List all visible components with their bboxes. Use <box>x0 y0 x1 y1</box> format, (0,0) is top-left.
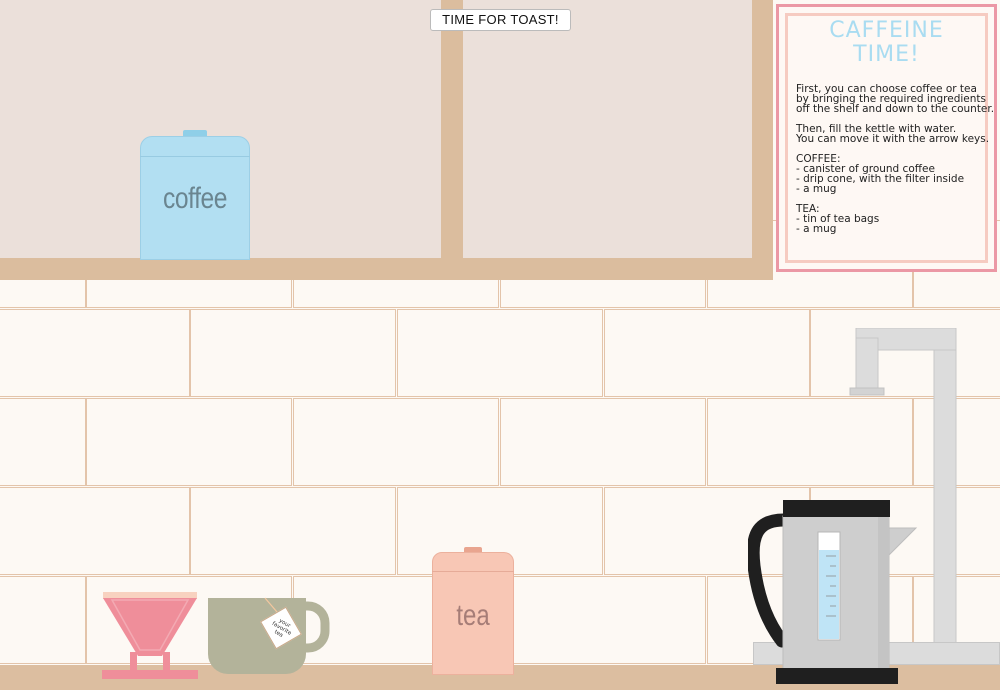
tea-label: tea <box>456 599 490 632</box>
coffee-label: coffee <box>162 182 228 215</box>
instructions-text: First, you can choose coffee or tea by b… <box>796 83 995 235</box>
instructions-title-line2: TIME! <box>853 42 920 67</box>
time-for-toast-button[interactable]: TIME FOR TOAST! <box>430 9 571 31</box>
kettle[interactable] <box>748 498 920 686</box>
cabinet-pane-right <box>463 0 752 258</box>
mug[interactable] <box>205 594 330 680</box>
coffee-canister[interactable]: coffee <box>140 130 250 260</box>
tea-tin-lid-line <box>432 571 514 572</box>
upper-cabinet <box>0 0 773 280</box>
instructions-card: CAFFEINE TIME! First, you can choose cof… <box>776 4 997 272</box>
drip-cone[interactable] <box>100 590 200 682</box>
kitchen-scene: TIME FOR TOAST! coffee CAFFEINE TIME! Fi… <box>0 0 1000 690</box>
instructions-title: CAFFEINE TIME! <box>779 19 994 67</box>
tea-tag-text: your favorite tea <box>270 617 293 639</box>
canister-lid-line <box>140 156 250 157</box>
tea-tin[interactable]: tea <box>432 547 514 675</box>
instructions-title-line1: CAFFEINE <box>829 18 944 43</box>
